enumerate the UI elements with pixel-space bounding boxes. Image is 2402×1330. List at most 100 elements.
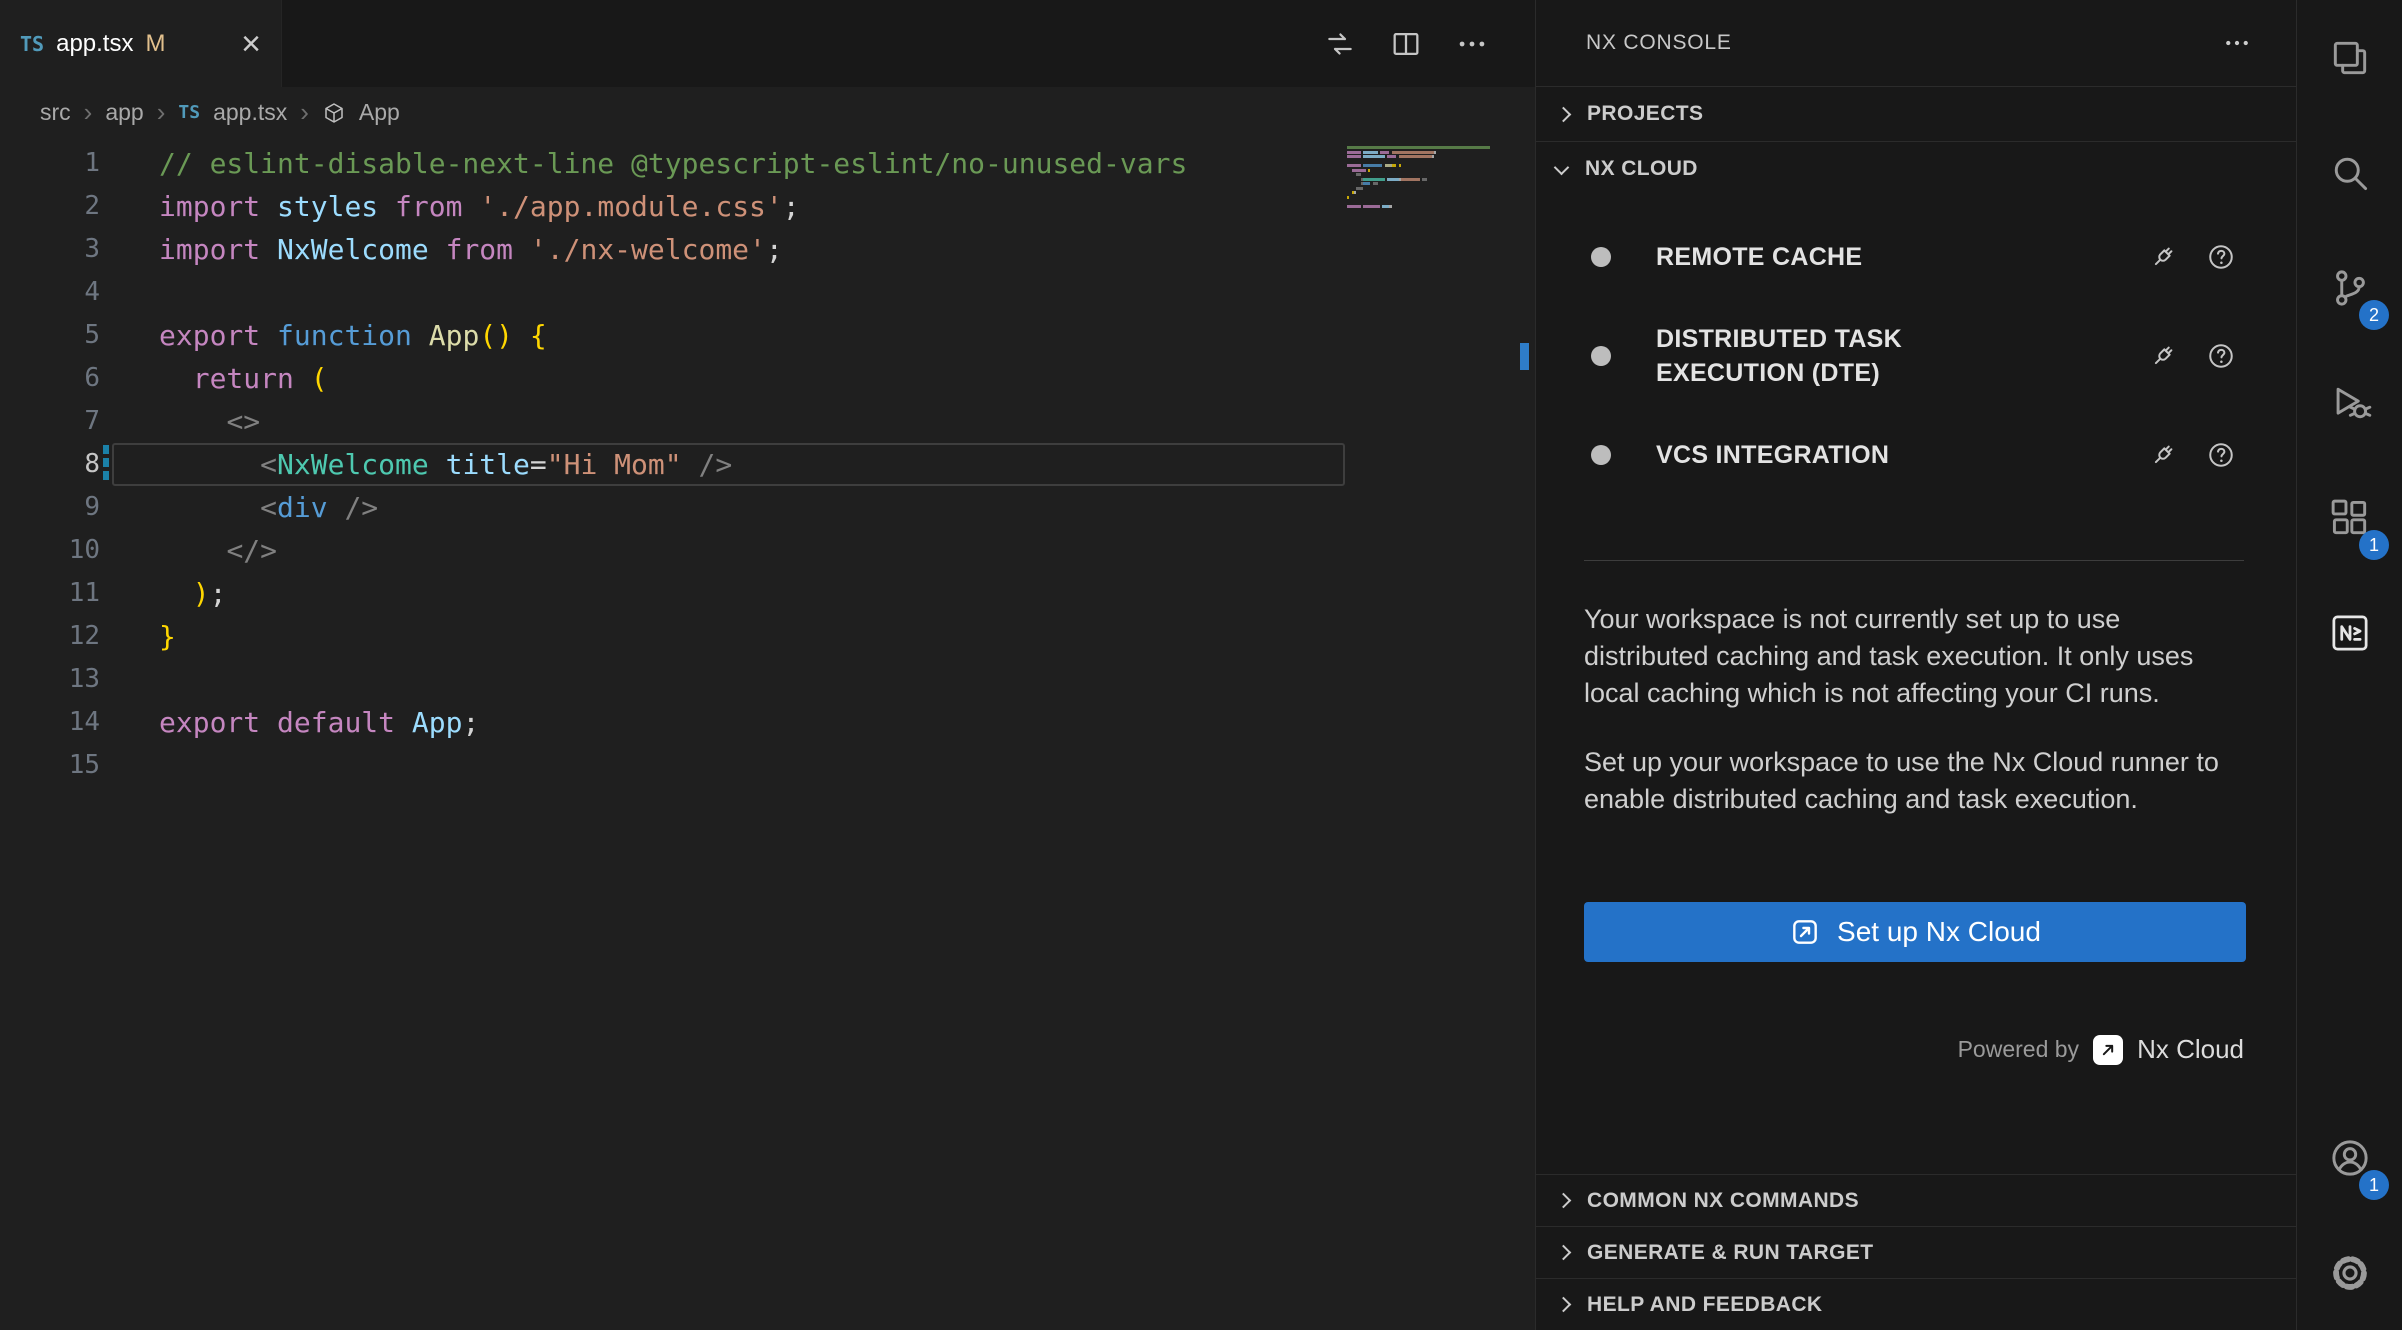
run-debug-icon[interactable]	[2297, 345, 2402, 460]
connect-icon[interactable]	[2148, 341, 2178, 371]
nx-cloud-brand-label: Nx Cloud	[2137, 1034, 2244, 1065]
line-number: 6	[0, 357, 100, 400]
minimap-line	[1347, 209, 1509, 212]
code-line[interactable]: 3import NxWelcome from './nx-welcome';	[0, 228, 1535, 271]
code-line[interactable]: 5export function App() {	[0, 314, 1535, 357]
activity-bar: 21 1	[2296, 0, 2402, 1330]
connect-icon[interactable]	[2148, 242, 2178, 272]
section-nx-cloud[interactable]: NX CLOUD	[1536, 141, 2296, 196]
divider	[1584, 560, 2244, 561]
chevron-right-icon	[1556, 106, 1572, 122]
line-content: <NxWelcome title="Hi Mom" />	[100, 443, 732, 486]
code-line[interactable]: 4	[0, 271, 1535, 314]
minimap-line	[1347, 182, 1509, 185]
code-line[interactable]: 10 </>	[0, 529, 1535, 572]
tab-bar: TS app.tsx M ×	[0, 0, 1535, 87]
breadcrumb: src › app › TS app.tsx › App	[0, 87, 1535, 138]
section-label: COMMON NX COMMANDS	[1587, 1189, 1859, 1213]
tab-app-tsx[interactable]: TS app.tsx M ×	[0, 0, 282, 87]
search-icon[interactable]	[2297, 115, 2402, 230]
panel-title: NX CONSOLE	[1586, 31, 1732, 55]
code-line[interactable]: 6 return (	[0, 357, 1535, 400]
code-line[interactable]: 11 );	[0, 572, 1535, 615]
minimap-line	[1347, 191, 1509, 194]
nx-cloud-item[interactable]: VCS INTEGRATION	[1536, 438, 2296, 472]
section-common-nx-commands[interactable]: COMMON NX COMMANDS	[1536, 1174, 2296, 1226]
section-generate-run-target[interactable]: GENERATE & RUN TARGET	[1536, 1226, 2296, 1278]
breadcrumb-item-file[interactable]: app.tsx	[213, 99, 287, 126]
code-editor[interactable]: 1// eslint-disable-next-line @typescript…	[0, 138, 1535, 1330]
minimap-line	[1347, 169, 1509, 172]
extensions-icon[interactable]: 1	[2297, 460, 2402, 575]
line-number: 7	[0, 400, 100, 443]
minimap-line	[1347, 196, 1509, 199]
status-dot-icon	[1591, 247, 1611, 267]
code-line[interactable]: 9 <div />	[0, 486, 1535, 529]
code-line[interactable]: 13	[0, 658, 1535, 701]
activity-badge: 2	[2359, 300, 2389, 330]
help-icon[interactable]	[2206, 341, 2236, 371]
powered-by-label: Powered by	[1958, 1036, 2079, 1063]
code-line[interactable]: 14export default App;	[0, 701, 1535, 744]
account-icon[interactable]: 1	[2297, 1100, 2402, 1215]
line-number: 4	[0, 271, 100, 314]
help-icon[interactable]	[2206, 242, 2236, 272]
explorer-icon[interactable]	[2297, 0, 2402, 115]
nx-console-panel: NX CONSOLE PROJECTS NX CLOUD REMOTE CACH…	[1535, 0, 2296, 1330]
typescript-file-icon: TS	[178, 102, 200, 123]
nx-cloud-item[interactable]: REMOTE CACHE	[1536, 240, 2296, 274]
nx-cloud-items: REMOTE CACHE DISTRIBUTED TASK EXECUTION (…	[1536, 240, 2296, 520]
source-control-icon[interactable]: 2	[2297, 230, 2402, 345]
setup-button-label: Set up Nx Cloud	[1837, 916, 2041, 948]
line-content: }	[100, 615, 176, 658]
chevron-right-icon	[1556, 1245, 1572, 1261]
code-line[interactable]: 12}	[0, 615, 1535, 658]
line-number: 9	[0, 486, 100, 529]
panel-more-actions-icon[interactable]	[2222, 28, 2252, 58]
split-editor-icon[interactable]	[1389, 27, 1423, 61]
line-content	[100, 744, 159, 787]
nx-cloud-item-label: VCS INTEGRATION	[1656, 438, 1889, 472]
breadcrumb-item-app[interactable]: app	[105, 99, 143, 126]
overview-ruler-decoration	[1520, 343, 1529, 370]
code-line[interactable]: 15	[0, 744, 1535, 787]
panel-header: NX CONSOLE	[1536, 0, 2296, 86]
help-icon[interactable]	[2206, 440, 2236, 470]
setup-nx-cloud-button[interactable]: Set up Nx Cloud	[1584, 902, 2246, 962]
section-help-and-feedback[interactable]: HELP AND FEEDBACK	[1536, 1278, 2296, 1330]
connect-icon[interactable]	[2148, 440, 2178, 470]
minimap-line	[1347, 151, 1509, 154]
activity-bar-top: 21	[2297, 0, 2402, 690]
code-line[interactable]: 7 <>	[0, 400, 1535, 443]
code-line[interactable]: 2import styles from './app.module.css';	[0, 185, 1535, 228]
line-content: import styles from './app.module.css';	[100, 185, 800, 228]
minimap-line	[1347, 205, 1509, 208]
line-number: 2	[0, 185, 100, 228]
settings-icon[interactable]	[2297, 1215, 2402, 1330]
section-projects[interactable]: PROJECTS	[1536, 86, 2296, 141]
line-number: 5	[0, 314, 100, 357]
close-icon[interactable]: ×	[241, 27, 261, 61]
section-label: HELP AND FEEDBACK	[1587, 1293, 1822, 1317]
nx-cloud-content: REMOTE CACHE DISTRIBUTED TASK EXECUTION (…	[1536, 196, 2296, 1174]
nx-cloud-launch-icon	[1789, 916, 1821, 948]
nx-cloud-item[interactable]: DISTRIBUTED TASK EXECUTION (DTE)	[1536, 322, 2296, 390]
line-content: </>	[100, 529, 277, 572]
open-changes-icon[interactable]	[1323, 27, 1357, 61]
more-actions-icon[interactable]	[1455, 27, 1489, 61]
bottom-sections: COMMON NX COMMANDS GENERATE & RUN TARGET H…	[1536, 1174, 2296, 1330]
line-content: );	[100, 572, 226, 615]
breadcrumb-separator: ›	[157, 97, 166, 128]
line-number: 10	[0, 529, 100, 572]
powered-by-row: Powered by Nx Cloud	[1536, 1034, 2296, 1065]
code-line[interactable]: 8 <NxWelcome title="Hi Mom" />	[0, 443, 1535, 486]
breadcrumb-item-symbol[interactable]: App	[359, 99, 400, 126]
nx-console-icon[interactable]	[2297, 575, 2402, 690]
minimap[interactable]	[1347, 146, 1509, 214]
minimap-line	[1347, 178, 1509, 181]
code-line[interactable]: 1// eslint-disable-next-line @typescript…	[0, 142, 1535, 185]
tab-label: app.tsx	[56, 30, 133, 58]
line-content	[100, 658, 159, 701]
setup-hint-text: Set up your workspace to use the Nx Clou…	[1584, 744, 2244, 818]
breadcrumb-item-src[interactable]: src	[40, 99, 71, 126]
